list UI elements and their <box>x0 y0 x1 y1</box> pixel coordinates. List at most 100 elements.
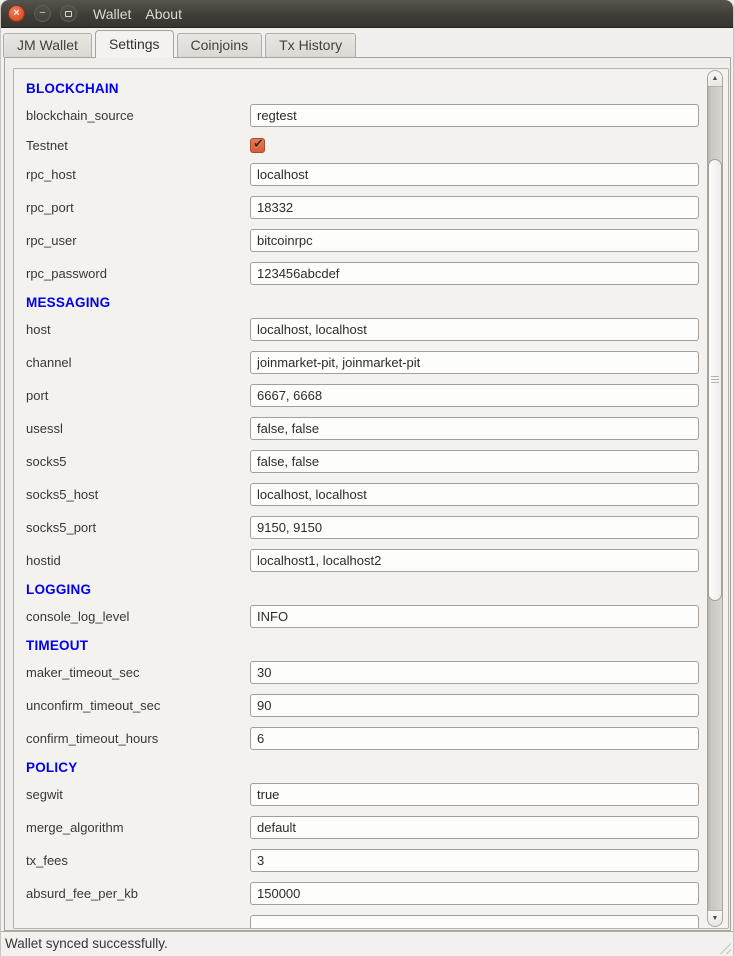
scrollbar-grip-icon <box>711 376 719 384</box>
status-bar: Wallet synced successfully. <box>1 931 733 956</box>
field-row-channel: channel <box>26 351 715 374</box>
tx_fees-label: tx_fees <box>26 853 250 868</box>
merge_algorithm-label: merge_algorithm <box>26 820 250 835</box>
field-row-socks5: socks5 <box>26 450 715 473</box>
partial-field-input[interactable] <box>250 915 699 929</box>
channel-input[interactable] <box>250 351 699 374</box>
socks5_host-label: socks5_host <box>26 487 250 502</box>
absurd_fee_per_kb-label: absurd_fee_per_kb <box>26 886 250 901</box>
close-icon: × <box>13 8 19 19</box>
maker_timeout_sec-input[interactable] <box>250 661 699 684</box>
merge_algorithm-input[interactable] <box>250 816 699 839</box>
maker_timeout_sec-label: maker_timeout_sec <box>26 665 250 680</box>
status-message: Wallet synced successfully. <box>5 936 168 951</box>
field-row-merge-algorithm: merge_algorithm <box>26 816 715 839</box>
console_log_level-input[interactable] <box>250 605 699 628</box>
chevron-up-icon: ▲ <box>712 75 719 82</box>
socks5_host-input[interactable] <box>250 483 699 506</box>
wallet-window: × − Wallet About JM Wallet Settings Coin… <box>0 0 734 956</box>
field-row-rpc-port: rpc_port <box>26 196 715 219</box>
section-heading-messaging: MESSAGING <box>26 295 715 318</box>
scroll-up-button[interactable]: ▲ <box>708 71 722 87</box>
scrollbar-thumb[interactable] <box>708 159 722 601</box>
testnet-checkbox[interactable]: ✔ <box>250 138 265 153</box>
checkmark-icon: ✔ <box>253 137 264 150</box>
menu-wallet[interactable]: Wallet <box>93 6 131 22</box>
field-row-blockchain-source: blockchain_source <box>26 104 715 127</box>
rpc_password-input[interactable] <box>250 262 699 285</box>
rpc_port-label: rpc_port <box>26 200 250 215</box>
settings-scroll-area: BLOCKCHAIN blockchain_source Testnet ✔ r… <box>13 68 729 929</box>
field-row-socks5-port: socks5_port <box>26 516 715 539</box>
field-row-hostid: hostid <box>26 549 715 572</box>
tx_fees-input[interactable] <box>250 849 699 872</box>
segwit-input[interactable] <box>250 783 699 806</box>
field-row-partial <box>26 915 715 929</box>
field-row-tx-fees: tx_fees <box>26 849 715 872</box>
section-heading-timeout: TIMEOUT <box>26 638 715 661</box>
minimize-icon: − <box>39 8 45 19</box>
socks5-input[interactable] <box>250 450 699 473</box>
confirm_timeout_hours-input[interactable] <box>250 727 699 750</box>
chevron-down-icon: ▼ <box>712 915 719 922</box>
tab-coinjoins[interactable]: Coinjoins <box>177 33 263 57</box>
rpc_user-input[interactable] <box>250 229 699 252</box>
field-row-rpc-host: rpc_host <box>26 163 715 186</box>
tab-settings[interactable]: Settings <box>95 30 174 58</box>
rpc_port-input[interactable] <box>250 196 699 219</box>
field-row-socks5-host: socks5_host <box>26 483 715 506</box>
blockchain_source-input[interactable] <box>250 104 699 127</box>
minimize-button[interactable]: − <box>34 5 51 22</box>
scroll-down-button[interactable]: ▼ <box>708 910 722 926</box>
usessl-input[interactable] <box>250 417 699 440</box>
socks5-label: socks5 <box>26 454 250 469</box>
field-row-rpc-user: rpc_user <box>26 229 715 252</box>
host-input[interactable] <box>250 318 699 341</box>
section-heading-logging: LOGGING <box>26 582 715 605</box>
host-label: host <box>26 322 250 337</box>
field-row-maker-timeout-sec: maker_timeout_sec <box>26 661 715 684</box>
blockchain_source-label: blockchain_source <box>26 108 250 123</box>
unconfirm_timeout_sec-label: unconfirm_timeout_sec <box>26 698 250 713</box>
maximize-icon <box>65 11 72 17</box>
rpc_user-label: rpc_user <box>26 233 250 248</box>
maximize-button[interactable] <box>60 5 77 22</box>
field-row-port: port <box>26 384 715 407</box>
section-heading-blockchain: BLOCKCHAIN <box>26 81 715 104</box>
menu-about[interactable]: About <box>145 6 182 22</box>
absurd_fee_per_kb-input[interactable] <box>250 882 699 905</box>
rpc_host-input[interactable] <box>250 163 699 186</box>
field-row-usessl: usessl <box>26 417 715 440</box>
field-row-console-log-level: console_log_level <box>26 605 715 628</box>
unconfirm_timeout_sec-input[interactable] <box>250 694 699 717</box>
field-row-segwit: segwit <box>26 783 715 806</box>
usessl-label: usessl <box>26 421 250 436</box>
segwit-label: segwit <box>26 787 250 802</box>
field-row-rpc-password: rpc_password <box>26 262 715 285</box>
close-button[interactable]: × <box>8 5 25 22</box>
settings-form: BLOCKCHAIN blockchain_source Testnet ✔ r… <box>15 69 715 929</box>
port-input[interactable] <box>250 384 699 407</box>
titlebar: × − Wallet About <box>1 0 733 28</box>
console_log_level-label: console_log_level <box>26 609 250 624</box>
field-row-host: host <box>26 318 715 341</box>
rpc_host-label: rpc_host <box>26 167 250 182</box>
rpc_password-label: rpc_password <box>26 266 250 281</box>
socks5_port-input[interactable] <box>250 516 699 539</box>
field-row-testnet: Testnet ✔ <box>26 137 715 153</box>
section-heading-policy: POLICY <box>26 760 715 783</box>
confirm_timeout_hours-label: confirm_timeout_hours <box>26 731 250 746</box>
channel-label: channel <box>26 355 250 370</box>
vertical-scrollbar[interactable]: ▲ ▼ <box>707 70 723 927</box>
settings-pane: BLOCKCHAIN blockchain_source Testnet ✔ r… <box>4 57 731 931</box>
hostid-input[interactable] <box>250 549 699 572</box>
port-label: port <box>26 388 250 403</box>
socks5_port-label: socks5_port <box>26 520 250 535</box>
field-row-confirm-timeout-hours: confirm_timeout_hours <box>26 727 715 750</box>
field-row-unconfirm-timeout-sec: unconfirm_timeout_sec <box>26 694 715 717</box>
field-row-absurd-fee-per-kb: absurd_fee_per_kb <box>26 882 715 905</box>
resize-grip[interactable] <box>717 940 731 954</box>
hostid-label: hostid <box>26 553 250 568</box>
tab-jm-wallet[interactable]: JM Wallet <box>3 33 92 57</box>
tab-tx-history[interactable]: Tx History <box>265 33 356 57</box>
